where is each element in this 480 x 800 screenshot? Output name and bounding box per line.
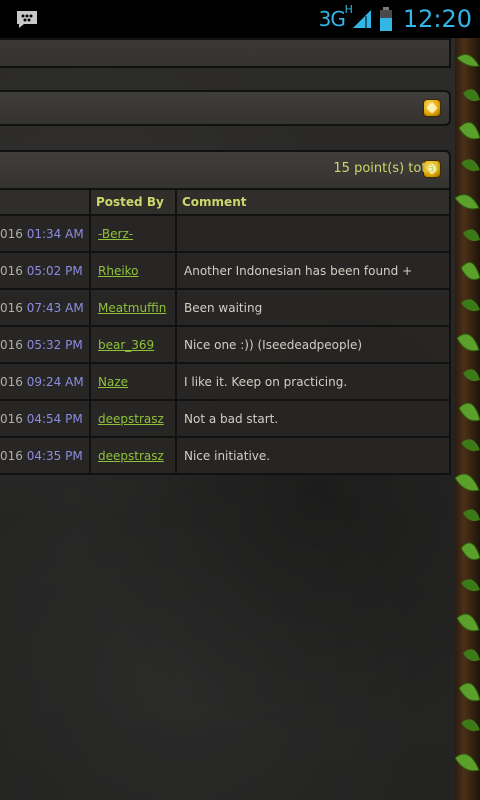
- row-time: 05:32 PM: [26, 337, 83, 352]
- collapsed-section-header[interactable]: [0, 90, 451, 126]
- row-date: 016 05:02 PM: [0, 251, 91, 290]
- expand-arrow-icon[interactable]: [423, 99, 441, 117]
- row-year: 016: [0, 411, 23, 426]
- user-link[interactable]: Meatmuffin: [98, 301, 166, 315]
- user-link[interactable]: Rheiko: [98, 264, 139, 278]
- signal-icon: [352, 10, 371, 28]
- network-indicator: 3G H: [318, 3, 353, 31]
- vine-border: [455, 38, 480, 800]
- row-date: 016 09:24 AM: [0, 362, 91, 401]
- battery-icon: [379, 7, 392, 31]
- table-row: 016 07:43 AM Meatmuffin Been waiting: [0, 288, 451, 327]
- row-time: 09:24 AM: [26, 374, 84, 389]
- table-row: 016 04:54 PM deepstrasz Not a bad start.: [0, 399, 451, 438]
- row-year: 016: [0, 374, 23, 389]
- row-year: 016: [0, 300, 23, 315]
- row-comment: Been waiting: [175, 288, 451, 327]
- table-row: 016 05:32 PM bear_369 Nice one :)) (Iseede…: [0, 325, 451, 364]
- comment-header: Comment: [175, 188, 451, 216]
- user-link[interactable]: deepstrasz: [98, 412, 164, 426]
- vine-leaves-icon: [455, 53, 480, 772]
- row-date: 016 04:54 PM: [0, 399, 91, 438]
- user-link[interactable]: deepstrasz: [98, 449, 164, 463]
- row-date: 016 05:32 PM: [0, 325, 91, 364]
- row-year: 016: [0, 337, 23, 352]
- row-user: deepstrasz: [89, 436, 177, 475]
- row-comment: [175, 214, 451, 253]
- points-total: 15 point(s) total: [333, 161, 438, 176]
- row-user: Naze: [89, 362, 177, 401]
- row-time: 01:34 AM: [26, 226, 84, 241]
- row-year: 016: [0, 263, 23, 278]
- date-column-header: [0, 188, 91, 216]
- row-date: 016 07:43 AM: [0, 288, 91, 327]
- table-row: 016 09:24 AM Naze I like it. Keep on pract…: [0, 362, 451, 401]
- row-year: 016: [0, 226, 23, 241]
- top-panel: [0, 38, 451, 68]
- row-date: 016 01:34 AM: [0, 214, 91, 253]
- row-time: 04:35 PM: [26, 448, 83, 463]
- clock: 12:20: [402, 5, 472, 33]
- row-user: -Berz-: [89, 214, 177, 253]
- table-header-row: Posted By Comment: [0, 188, 451, 216]
- user-link[interactable]: -Berz-: [98, 227, 133, 241]
- row-time: 05:02 PM: [26, 263, 83, 278]
- row-user: deepstrasz: [89, 399, 177, 438]
- user-link[interactable]: Naze: [98, 375, 128, 389]
- row-year: 016: [0, 448, 23, 463]
- user-link[interactable]: bear_369: [98, 338, 154, 352]
- row-user: Meatmuffin: [89, 288, 177, 327]
- row-comment: Another Indonesian has been found +: [175, 251, 451, 290]
- posted-by-header: Posted By: [89, 188, 177, 216]
- bbm-notification-icon: [17, 11, 37, 28]
- row-comment: Nice one :)) (Iseedeadpeople): [175, 325, 451, 364]
- table-row: 016 04:35 PM deepstrasz Nice initiative.: [0, 436, 451, 475]
- row-time: 04:54 PM: [26, 411, 83, 426]
- row-comment: I like it. Keep on practicing.: [175, 362, 451, 401]
- row-date: 016 04:35 PM: [0, 436, 91, 475]
- row-user: bear_369: [89, 325, 177, 364]
- row-time: 07:43 AM: [26, 300, 84, 315]
- comments-table: Posted By Comment 016 01:34 AM -Berz- 016 …: [0, 188, 451, 475]
- row-comment: Not a bad start.: [175, 399, 451, 438]
- status-bar: 3G H 12:20: [0, 0, 480, 38]
- table-row: 016 05:02 PM Rheiko Another Indonesian has…: [0, 251, 451, 290]
- row-user: Rheiko: [89, 251, 177, 290]
- table-row: 016 01:34 AM -Berz-: [0, 214, 451, 253]
- row-comment: Nice initiative.: [175, 436, 451, 475]
